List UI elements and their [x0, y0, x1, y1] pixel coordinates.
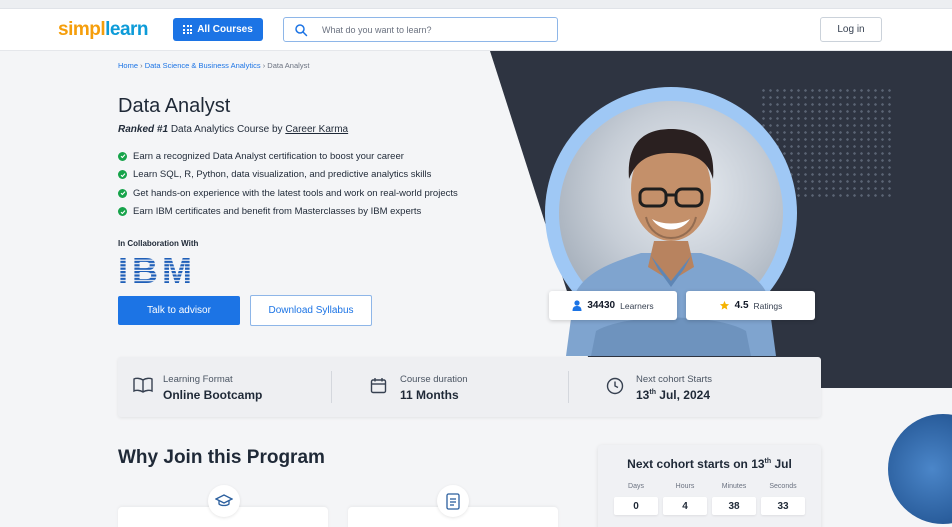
clock-icon — [606, 377, 624, 395]
benefit-text: Learn SQL, R, Python, data visualization… — [133, 169, 432, 181]
breadcrumb-current: Data Analyst — [267, 61, 310, 70]
list-item: Earn IBM certificates and benefit from M… — [118, 203, 458, 222]
graduation-cap-icon — [208, 485, 240, 517]
user-icon — [572, 300, 582, 311]
search-bar[interactable] — [283, 17, 558, 42]
course-hero: Home › Data Science & Business Analytics… — [0, 51, 952, 527]
list-item: Earn a recognized Data Analyst certifica… — [118, 147, 458, 166]
divider — [331, 371, 332, 403]
breadcrumb-home[interactable]: Home — [118, 61, 138, 70]
course-duration-value: 11 Months — [400, 388, 459, 402]
countdown-hours: Hours 4 — [663, 483, 707, 515]
calendar-icon — [370, 378, 387, 394]
ranking-line: Ranked #1 Data Analytics Course by Caree… — [118, 124, 348, 135]
benefit-list: Earn a recognized Data Analyst certifica… — [118, 147, 458, 221]
why-join-heading: Why Join this Program — [118, 447, 325, 468]
ranking-badge: Ranked #1 — [118, 124, 169, 135]
svg-text:IBM: IBM — [118, 254, 192, 284]
countdown-seconds: Seconds 33 — [761, 483, 805, 515]
ibm-logo: IBM — [118, 254, 192, 284]
breadcrumb-separator: › — [140, 61, 143, 70]
career-karma-link[interactable]: Career Karma — [285, 124, 348, 135]
ranking-text: Data Analytics Course by — [170, 124, 283, 135]
document-icon — [437, 485, 469, 517]
check-circle-icon — [118, 170, 127, 180]
learners-count: 34430 — [587, 300, 616, 311]
learning-format-label: Learning Format — [163, 374, 233, 385]
list-item: Get hands-on experience with the latest … — [118, 184, 458, 203]
course-info-bar: Learning Format Online Bootcamp Course d… — [118, 357, 821, 417]
talk-to-advisor-button[interactable]: Talk to advisor — [118, 296, 240, 325]
breadcrumb-separator: › — [262, 61, 266, 70]
chat-avatar[interactable] — [888, 414, 952, 524]
countdown-title: Next cohort starts on 13th Jul — [627, 457, 792, 471]
countdown-minutes: Minutes 38 — [712, 483, 756, 515]
page-title: Data Analyst — [118, 95, 231, 117]
rating-label: Ratings — [753, 300, 783, 311]
book-icon — [133, 377, 153, 393]
learners-label: Learners — [620, 300, 654, 311]
login-button[interactable]: Log in — [820, 17, 882, 42]
breadcrumb-category[interactable]: Data Science & Business Analytics — [145, 61, 261, 70]
all-courses-button[interactable]: All Courses — [173, 18, 263, 41]
learners-stat: 34430 Learners — [549, 291, 677, 320]
divider — [568, 371, 569, 403]
ratings-stat: 4.5 Ratings — [686, 291, 815, 320]
list-item: Learn SQL, R, Python, data visualization… — [118, 166, 458, 185]
benefit-text: Get hands-on experience with the latest … — [133, 187, 458, 199]
breadcrumb: Home › Data Science & Business Analytics… — [118, 61, 309, 70]
check-circle-icon — [118, 151, 127, 161]
logo-part-learn: learn — [105, 19, 149, 40]
cohort-start-value: 13th Jul, 2024 — [636, 388, 711, 402]
simplilearn-logo[interactable]: simpllearn — [58, 19, 149, 41]
cohort-start-label: Next cohort Starts — [636, 374, 713, 385]
collaboration-label: In Collaboration With — [118, 239, 199, 248]
benefit-text: Earn IBM certificates and benefit from M… — [133, 206, 422, 218]
check-circle-icon — [118, 207, 127, 217]
search-input[interactable] — [322, 22, 547, 37]
grid-icon — [183, 25, 193, 34]
cohort-countdown-card: Next cohort starts on 13th Jul Days 0 Hou… — [598, 445, 821, 527]
course-duration-label: Course duration — [400, 374, 468, 385]
all-courses-label: All Courses — [197, 24, 253, 35]
star-icon — [719, 300, 729, 310]
top-utility-strip — [0, 0, 952, 9]
site-header: simpllearn All Courses Log in — [0, 9, 952, 51]
learning-format-value: Online Bootcamp — [163, 388, 263, 402]
benefit-text: Earn a recognized Data Analyst certifica… — [133, 150, 404, 162]
countdown-days: Days 0 — [614, 483, 658, 515]
rating-value: 4.5 — [734, 300, 749, 311]
check-circle-icon — [118, 188, 127, 198]
download-syllabus-button[interactable]: Download Syllabus — [250, 295, 372, 326]
search-icon — [295, 24, 308, 37]
logo-part-simpl: simpl — [58, 19, 106, 40]
